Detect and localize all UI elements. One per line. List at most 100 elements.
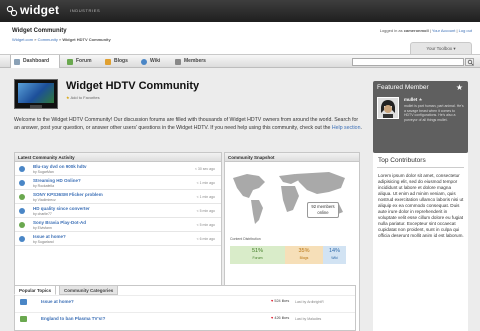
user-links-separator: | (456, 28, 458, 33)
topic-icon (19, 166, 25, 172)
table-row[interactable]: England to ban Plasma TV's!? ♥ 426 likes… (15, 312, 355, 325)
help-section-link[interactable]: Help section (332, 125, 361, 131)
hdtv-thumbnail (14, 79, 58, 109)
top-contributors-title: Top Contributors (378, 157, 426, 164)
site-title: Widget Community (12, 28, 67, 34)
activity-title[interactable]: Issue at home? (33, 234, 66, 239)
activity-author: by Sugarland (33, 240, 54, 244)
search-icon (467, 59, 474, 66)
panel-header: Community Snapshot (225, 153, 359, 162)
brand-name[interactable]: widget (20, 3, 59, 17)
avatar[interactable] (377, 97, 399, 119)
page-title: Widget HDTV Community (66, 80, 200, 92)
tv-stand (30, 105, 42, 108)
add-to-favorites[interactable]: ★ Add to Favorites (66, 95, 100, 100)
topic-icon (19, 180, 25, 186)
divider (377, 167, 464, 168)
tab-label: Members (184, 58, 206, 64)
members-online-label: online (317, 210, 329, 215)
wiki-icon (141, 59, 147, 65)
breadcrumb: Widget.com » Community » Widget HDTV Com… (12, 37, 111, 42)
tab-forum[interactable]: Forum (64, 55, 98, 68)
members-online-bubble: 92 members online (307, 202, 339, 218)
topic-title[interactable]: Issue at home? (41, 299, 74, 304)
main-nav: Dashboard Forum Blogs Wiki Members (0, 54, 480, 68)
blogs-percent: 35% (298, 248, 310, 254)
activity-item[interactable]: Streaming HD Online? by Rockafella < 1 m… (15, 177, 221, 190)
top-contributors-panel: Top Contributors Lorem ipsum dolor sit a… (373, 153, 468, 331)
forum-label: Forum (252, 256, 263, 260)
breadcrumb-home[interactable]: Widget.com (12, 37, 33, 42)
activity-item[interactable]: HD quality since converter by charlie77 … (15, 205, 221, 218)
tv-screen (18, 83, 54, 103)
dashboard-icon (14, 59, 20, 65)
welcome-body: Welcome to the Widget HDTV Community! Ou… (14, 117, 359, 131)
site-header: Widget Community Widget.com » Community … (0, 22, 480, 54)
topic-icon (20, 316, 27, 322)
member-star-icon: ★ (418, 97, 423, 102)
activity-time: < 6 min ago (196, 237, 215, 241)
last-post-by: Last by ArdbrightR (295, 299, 324, 304)
topic-icon (20, 299, 27, 305)
blogs-label: Blogs (299, 256, 309, 260)
search-button[interactable] (465, 58, 474, 66)
tab-community-categories[interactable]: Community Categories (59, 285, 119, 295)
table-row[interactable]: Issue at home? ♥ 524 likes Last by Ardbr… (15, 295, 355, 308)
topic-icon (19, 222, 25, 228)
heart-icon: ♥ (271, 299, 274, 303)
brand-tagline: INDUSTRIES (70, 8, 101, 13)
search-input[interactable] (352, 58, 464, 66)
tab-blogs[interactable]: Blogs (102, 55, 134, 68)
breadcrumb-separator: » (58, 37, 62, 42)
activity-time: < 30 sec ago (194, 167, 215, 171)
member-name[interactable]: mullet (404, 97, 417, 102)
forum-percent: 51% (251, 248, 263, 254)
tab-dashboard[interactable]: Dashboard (10, 55, 60, 68)
tab-popular-topics[interactable]: Popular Topics (14, 285, 57, 295)
featured-member-name[interactable]: mullet ★ (404, 97, 423, 103)
topic-title[interactable]: England to ban Plasma TV's!? (41, 316, 105, 321)
wiki-percent: 14% (328, 248, 340, 254)
topic-icon (19, 194, 25, 200)
tab-members[interactable]: Members (172, 55, 216, 68)
activity-title[interactable]: Blu-ray dvd on 900k hdtv (33, 164, 87, 169)
toolbox-dropdown[interactable]: Your Toolbox ▾ (410, 42, 472, 54)
blogs-icon (105, 59, 111, 65)
logout-link[interactable]: Log out (459, 28, 472, 33)
welcome-end: . (360, 125, 362, 131)
tab-label: Dashboard (23, 58, 50, 64)
breadcrumb-community[interactable]: Community (38, 37, 58, 42)
featured-member-title: Featured Member (377, 84, 429, 91)
tab-wiki[interactable]: Wiki (138, 55, 168, 68)
activity-title[interactable]: Streaming HD Online? (33, 178, 81, 183)
top-contributors-body: Lorem ipsum dolor sit amet, consectetur … (378, 173, 464, 238)
breadcrumb-separator: » (34, 37, 37, 42)
activity-title[interactable]: Sony Bravia Play-Dot-Ad (33, 220, 86, 225)
likes-value: 524 likes (274, 299, 290, 303)
user-links: Logged in as cameronmoll | Your Account … (380, 28, 472, 33)
activity-author: by SugarMan (33, 170, 54, 174)
featured-member-card: Featured Member ★ mullet ★ mullet is par… (373, 81, 468, 153)
activity-title[interactable]: HD quality since converter (33, 206, 90, 211)
likes-count: ♥ 426 likes (271, 316, 289, 320)
popular-topics-panel: Popular Topics Community Categories Issu… (14, 285, 356, 331)
username[interactable]: cameronmoll (404, 28, 429, 33)
forum-distribution: 51% Forum (230, 246, 285, 264)
likes-value: 426 likes (274, 316, 290, 320)
activity-item[interactable]: Blu-ray dvd on 900k hdtv by SugarMan < 3… (15, 163, 221, 176)
your-account-link[interactable]: Your Account (432, 28, 455, 33)
activity-item[interactable]: Issue at home? by Sugarland < 6 min ago (15, 233, 221, 246)
activity-title[interactable]: SONY KPS36SM Flicker problem (33, 192, 103, 197)
member-avatar-icon (378, 98, 398, 118)
activity-author: by Vladimirecz (33, 198, 56, 202)
welcome-text: Welcome to the Widget HDTV Community! Ou… (14, 116, 364, 132)
activity-author: by Elvisfann (33, 226, 52, 230)
activity-time: < 5 min ago (196, 209, 215, 213)
user-links-separator: | (429, 28, 431, 33)
activity-item[interactable]: SONY KPS36SM Flicker problem by Vladimir… (15, 191, 221, 204)
activity-author: by Rockafella (33, 184, 55, 188)
content-distribution-label: Content Distribution (230, 237, 261, 241)
wiki-label: Wiki (331, 256, 338, 260)
activity-item[interactable]: Sony Bravia Play-Dot-Ad by Elvisfann < 5… (15, 219, 221, 232)
panel-header: Latest Community Activity (15, 153, 221, 162)
